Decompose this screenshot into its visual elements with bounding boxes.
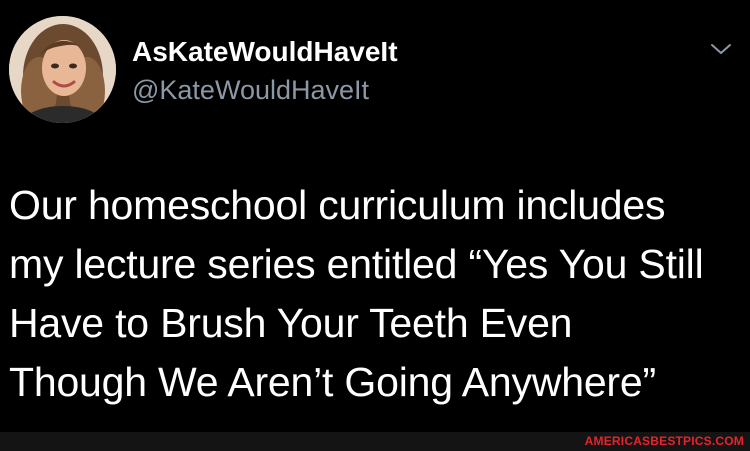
tweet-line: my lecture series entitled “Yes You Stil… [9,241,704,287]
display-name[interactable]: AsKateWouldHaveIt [132,36,398,68]
tweet-line: Our homeschool curriculum includes [9,182,666,228]
tweet-card: AsKateWouldHaveIt @KateWouldHaveIt Our h… [0,0,750,451]
profile-photo-icon [9,16,116,123]
chevron-down-icon[interactable] [710,40,732,58]
avatar[interactable] [9,16,116,123]
tweet-text: Our homeschool curriculum includes my le… [9,176,744,412]
tweet-line: Have to Brush Your Teeth Even [9,300,573,346]
tweet-line: Though We Aren’t Going Anywhere” [9,359,656,405]
user-info[interactable]: AsKateWouldHaveIt @KateWouldHaveIt [132,36,398,106]
watermark-text: AMERICASBESTPICS.COM [584,434,744,448]
user-handle[interactable]: @KateWouldHaveIt [132,74,398,106]
